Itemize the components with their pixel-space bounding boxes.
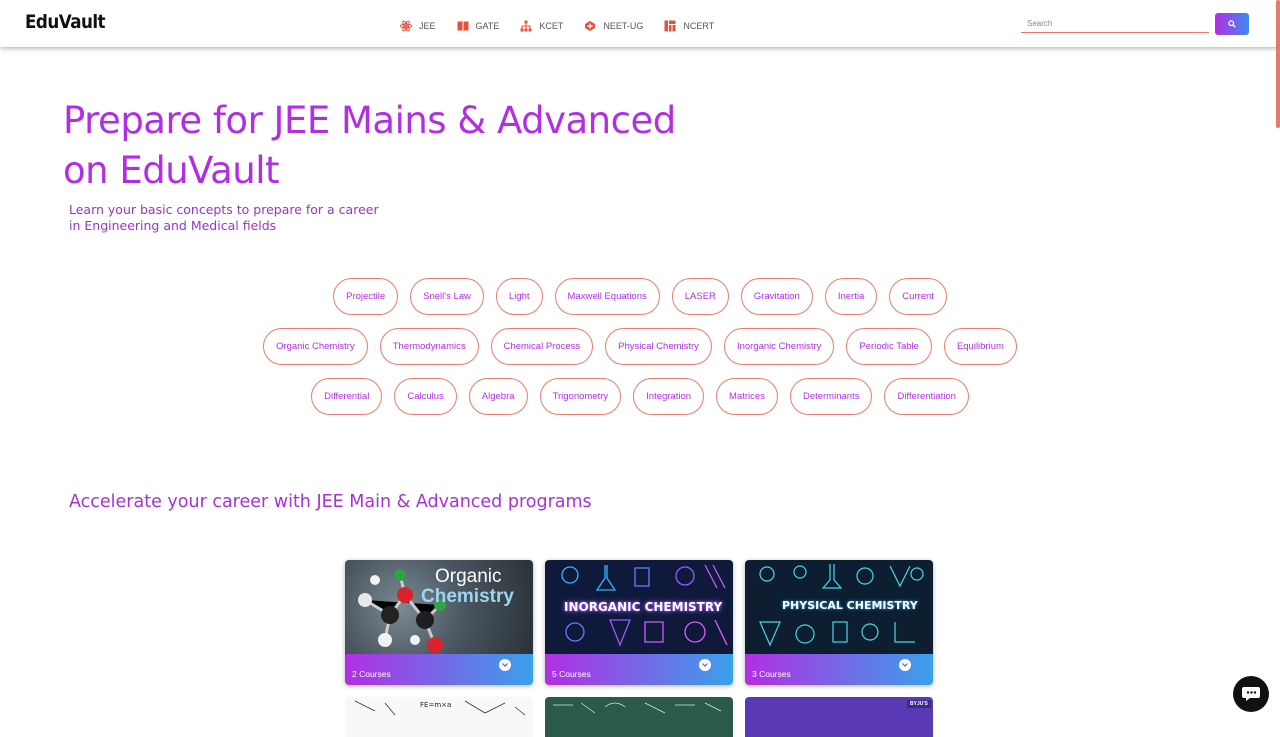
program-card-inorganic-chemistry[interactable]: INORGANIC CHEMISTRY 5 Courses [545,560,733,685]
search-field [1021,13,1209,33]
topic-chip[interactable]: Physical Chemistry [605,328,712,365]
book-icon [457,21,469,31]
topic-chip[interactable]: Thermodynamics [379,328,479,365]
sitemap-icon [520,20,532,32]
card-title-line2: Chemistry [421,586,514,607]
nav-label: NCERT [683,21,715,31]
card-footer: 5 Courses [545,654,733,685]
chevron-down-icon[interactable] [499,659,511,671]
course-count: 2 Courses [352,668,391,679]
medical-icon [585,21,596,31]
topic-chip[interactable]: Equilibrium [943,328,1017,365]
card-footer: 3 Courses [745,654,933,685]
topic-chip[interactable]: Inorganic Chemistry [723,328,835,365]
chalkboard-illustration [553,702,722,714]
page-scrollbar[interactable] [1276,0,1280,128]
hero-title: Prepare for JEE Mains & Advanced on EduV… [63,99,676,192]
topic-chip[interactable]: Algebra [468,378,528,415]
program-card-row2-2[interactable] [545,697,733,737]
topic-chip[interactable]: Differential [311,378,383,415]
chevron-down-icon[interactable] [699,659,711,671]
program-card-row2-1[interactable]: FE=m×a [345,697,533,737]
nav-item-jee[interactable]: JEE [400,20,436,32]
nav-item-gate[interactable]: GATE [457,20,500,32]
nav-item-neet-ug[interactable]: NEET-UG [584,20,643,32]
programs-title: Accelerate your career with JEE Main & A… [69,492,592,512]
search-input[interactable] [1021,14,1209,33]
exam-nav: JEE GATE KCET NEET-UG NCERT [400,20,735,32]
svg-text:FE=m×a: FE=m×a [420,701,451,709]
card-title: INORGANIC CHEMISTRY [564,600,723,614]
nav-item-ncert[interactable]: NCERT [664,20,714,32]
nav-label: KCET [539,21,564,31]
topic-row-maths: Differential Calculus Algebra Trigonomet… [0,378,1280,415]
card-title: PHYSICAL CHEMISTRY [782,599,918,612]
search-button[interactable] [1215,13,1249,35]
topic-chip[interactable]: Maxwell Equations [554,278,660,315]
topic-chip[interactable]: Differentiation [884,378,969,415]
card-image: Organic Chemistry [345,560,533,654]
card-footer: 2 Courses [345,654,533,685]
program-card-row2-3[interactable]: BYJU'S [745,697,933,737]
card-badge: BYJU'S [907,700,931,708]
search-icon [1228,20,1236,28]
card-image: PHYSICAL CHEMISTRY [745,560,933,654]
card-image: INORGANIC CHEMISTRY [545,560,733,654]
topic-chip[interactable]: Snell's Law [410,278,484,315]
topic-row-physics: Projectile Snell's Law Light Maxwell Equ… [0,278,1280,315]
equations-illustration: FE=m×a [354,700,526,716]
topic-chip[interactable]: Calculus [394,378,457,415]
atom-icon [400,20,412,32]
nav-label: NEET-UG [603,21,644,31]
hero-subtitle: Learn your basic concepts to prepare for… [69,202,379,233]
topic-chip[interactable]: Integration [633,378,705,415]
course-count: 3 Courses [752,668,791,679]
topic-chip[interactable]: Matrices [716,378,778,415]
topic-chip[interactable]: LASER [671,278,729,315]
topic-chip[interactable]: Trigonometry [539,378,622,415]
topic-row-chemistry: Organic Chemistry Thermodynamics Chemica… [0,328,1280,365]
course-count: 5 Courses [552,668,591,679]
top-navbar: EduVault JEE GATE KCET NEET-UG NCERT [0,0,1280,47]
topic-chip[interactable]: Light [495,278,543,315]
topic-chip[interactable]: Inertia [824,278,878,315]
grid-icon [664,20,676,32]
topic-chip[interactable]: Chemical Process [490,328,594,365]
topic-chip[interactable]: Organic Chemistry [263,328,368,365]
topic-chip[interactable]: Projectile [333,278,399,315]
program-card-physical-chemistry[interactable]: PHYSICAL CHEMISTRY 3 Courses [745,560,933,685]
nav-label: JEE [419,21,436,31]
chat-icon [1242,687,1260,701]
topic-chip[interactable]: Gravitation [740,278,813,315]
chat-support-button[interactable] [1233,676,1269,712]
topic-chip[interactable]: Periodic Table [846,328,932,365]
chevron-down-icon[interactable] [899,659,911,671]
program-card-organic-chemistry[interactable]: Organic Chemistry 2 Courses [345,560,533,685]
topic-chip[interactable]: Current [889,278,947,315]
nav-item-kcet[interactable]: KCET [520,20,563,32]
site-logo[interactable]: EduVault [25,11,106,33]
topic-chip[interactable]: Determinants [789,378,873,415]
nav-label: GATE [475,21,500,31]
card-title-line1: Organic [435,566,502,587]
